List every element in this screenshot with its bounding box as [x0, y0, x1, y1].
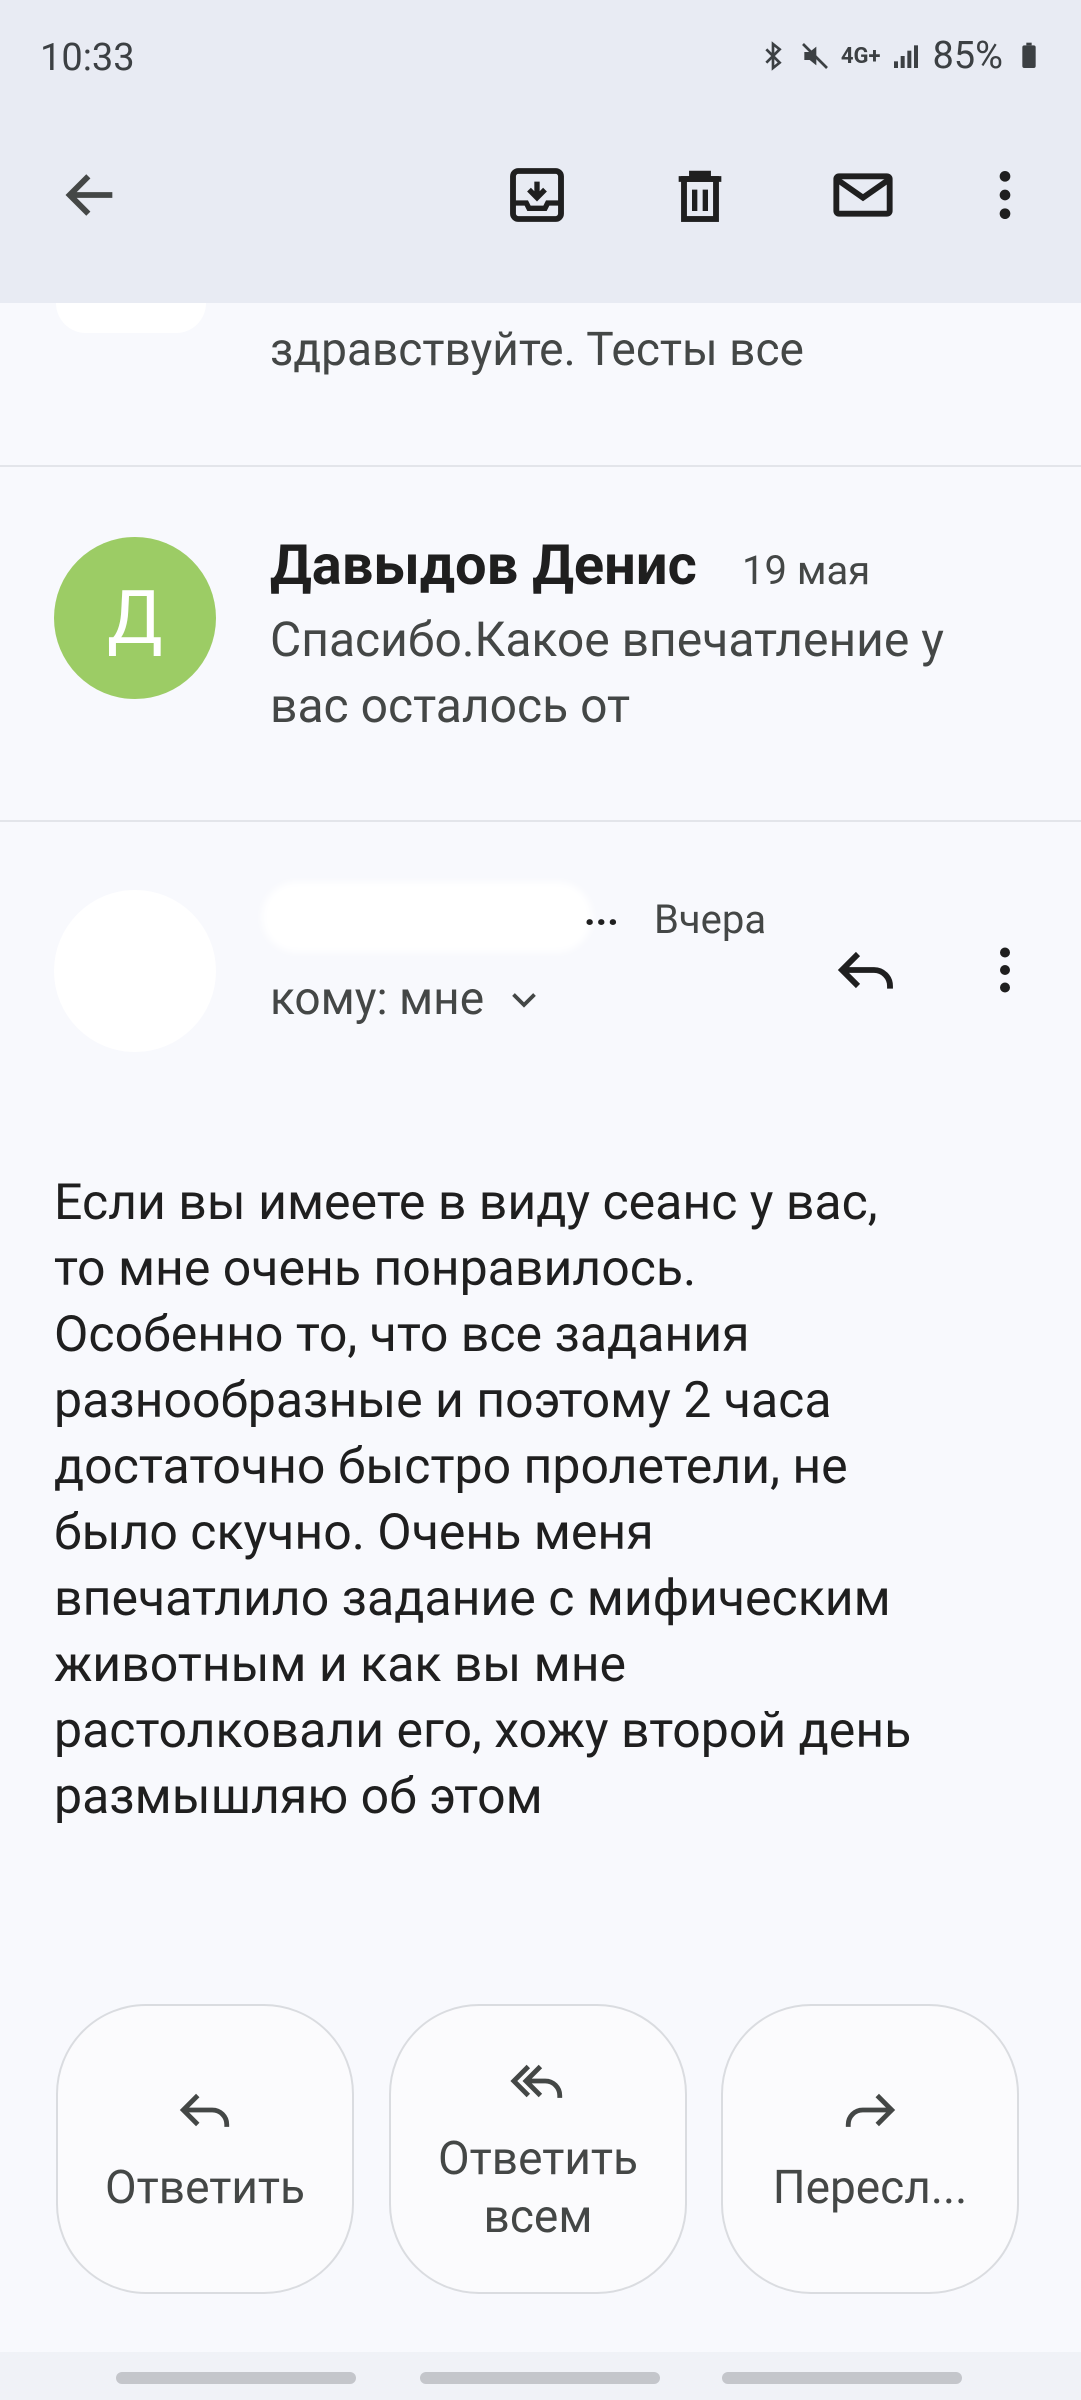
delete-button[interactable]	[655, 150, 745, 240]
status-icons: 4G+ 85%	[757, 34, 1045, 78]
more-vert-icon	[999, 171, 1011, 219]
sender-name-redacted	[262, 882, 592, 952]
reply-all-icon	[510, 2064, 563, 2098]
gmail-thread-screen: 10:33 4G+ 85% здравствуйте. Тесты все Д …	[0, 0, 1081, 2400]
action-buttons: Ответить Ответить всем Пересл...	[0, 2004, 1081, 2300]
reply-all-label: Ответить всем	[438, 2132, 638, 2244]
reply-all-button[interactable]: Ответить всем	[389, 2004, 687, 2294]
mail-icon	[833, 173, 893, 217]
avatar[interactable]	[54, 890, 216, 1052]
avatar[interactable]: Д	[54, 537, 216, 699]
sender-ellipsis: ...	[584, 888, 619, 935]
battery-percent: 85%	[932, 34, 1003, 78]
recipients-label: кому: мне	[270, 972, 485, 1026]
nav-recent-pill[interactable]	[116, 2372, 356, 2384]
archive-icon	[510, 168, 564, 222]
previous-message-snippet: здравствуйте. Тесты все	[270, 323, 804, 377]
reply-icon	[179, 2093, 230, 2127]
arrow-left-icon	[65, 174, 113, 216]
signal-icon	[894, 45, 919, 68]
reply-icon	[837, 951, 893, 989]
forward-button[interactable]: Пересл...	[721, 2004, 1019, 2294]
bluetooth-icon	[765, 41, 782, 71]
forward-label: Пересл...	[772, 2161, 968, 2215]
back-button[interactable]	[46, 150, 136, 240]
recipients-toggle[interactable]: кому: мне	[270, 972, 542, 1026]
archive-button[interactable]	[492, 150, 582, 240]
collapsed-message[interactable]: Д Давыдов Денис 19 мая Спасибо.Какое впе…	[0, 467, 1081, 820]
more-vert-icon	[1000, 947, 1010, 993]
message-more-button[interactable]	[965, 930, 1045, 1010]
battery-icon	[1022, 42, 1036, 68]
system-nav-bar	[0, 2352, 1081, 2400]
avatar	[56, 303, 206, 333]
mute-icon	[801, 43, 828, 69]
forward-icon	[845, 2093, 896, 2127]
reply-button[interactable]	[826, 930, 906, 1010]
message-body: Если вы имеете в виду сеанс у вас, то мн…	[54, 1174, 912, 1826]
network-type: 4G+	[840, 43, 881, 69]
message-date: 19 мая	[742, 547, 871, 594]
status-time: 10:33	[40, 36, 135, 80]
mark-unread-button[interactable]	[818, 150, 908, 240]
message-snippet: Спасибо.Какое впечатление у вас осталось…	[270, 611, 944, 734]
message-date: Вчера	[654, 896, 767, 943]
app-bar: 10:33 4G+ 85%	[0, 0, 1081, 303]
more-options-button[interactable]	[960, 150, 1050, 240]
reply-label: Ответить	[105, 2161, 305, 2215]
previous-message[interactable]: здравствуйте. Тесты все	[0, 303, 1081, 465]
nav-back-pill[interactable]	[722, 2372, 962, 2384]
reply-button[interactable]: Ответить	[56, 2004, 354, 2294]
chevron-down-icon	[512, 993, 536, 1008]
nav-home-pill[interactable]	[420, 2372, 660, 2384]
sender-name: Давыдов Денис	[270, 532, 697, 598]
trash-icon	[678, 170, 722, 222]
